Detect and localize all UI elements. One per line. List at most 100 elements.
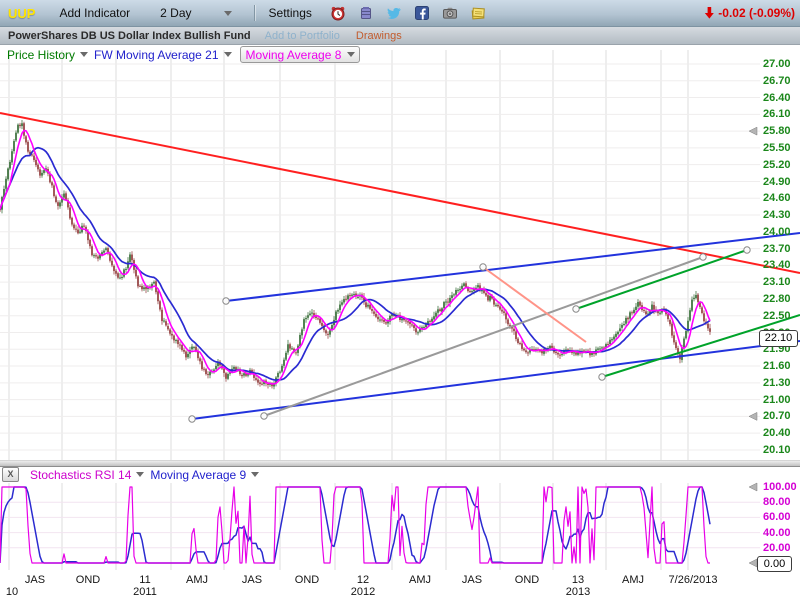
chevron-down-icon[interactable] xyxy=(136,472,144,477)
chart-canvas xyxy=(0,0,800,601)
chevron-down-icon[interactable] xyxy=(251,472,259,477)
candle-body xyxy=(417,332,419,333)
panel-divider[interactable] xyxy=(0,460,800,467)
candle-body xyxy=(423,327,425,328)
candle-body xyxy=(9,162,11,168)
axis-marker-arrow xyxy=(749,483,757,491)
candle-body xyxy=(343,299,345,302)
portfolio-icon[interactable] xyxy=(358,5,374,21)
candle-body xyxy=(287,344,289,352)
candle-body xyxy=(303,319,305,329)
candle-body xyxy=(11,151,13,162)
candle-body xyxy=(117,273,119,278)
candle-body xyxy=(17,125,19,133)
chevron-down-icon[interactable] xyxy=(224,52,232,57)
candle-body xyxy=(339,305,341,310)
candle-body xyxy=(431,319,433,322)
settings-button[interactable]: Settings xyxy=(269,6,312,20)
current-price-box: 22.10 xyxy=(759,330,798,347)
candle-body xyxy=(503,311,505,313)
candle-body xyxy=(447,302,449,303)
trendline-blue-channel-top[interactable] xyxy=(226,233,800,301)
candle-body xyxy=(277,373,279,377)
drawings-link[interactable]: Drawings xyxy=(356,30,402,42)
close-indicator-button[interactable]: X xyxy=(2,467,19,482)
facebook-icon[interactable] xyxy=(414,5,430,21)
trendline-gray-handle[interactable] xyxy=(700,254,706,260)
notes-icon[interactable] xyxy=(470,5,486,21)
candle-body xyxy=(635,307,637,310)
camera-icon[interactable] xyxy=(442,5,458,21)
candle-body xyxy=(609,340,611,344)
candle-body xyxy=(177,340,179,344)
trendline-blue-channel-bottom-handle[interactable] xyxy=(189,416,195,422)
candle-body xyxy=(425,325,427,327)
candle-body xyxy=(23,123,25,136)
price-history-dropdown[interactable]: Price History xyxy=(7,48,75,62)
candle-body xyxy=(305,318,307,319)
candle-body xyxy=(335,312,337,320)
candle-body xyxy=(341,302,343,304)
period-dropdown[interactable]: 2 Day xyxy=(160,6,237,20)
candle-body xyxy=(611,339,613,340)
candle-body xyxy=(617,332,619,334)
candle-body xyxy=(461,286,463,289)
candle-body xyxy=(439,309,441,311)
alarm-icon[interactable] xyxy=(330,5,346,21)
candle-body xyxy=(185,351,187,357)
ma21-dropdown[interactable]: FW Moving Average 21 xyxy=(94,48,219,62)
candle-body xyxy=(643,310,645,311)
trading-app-window: { "toolbar": { "symbol": "UUP", "add_ind… xyxy=(0,0,800,601)
axis-marker-arrow xyxy=(749,559,757,567)
candle-body xyxy=(407,321,409,322)
trendline-gray-handle[interactable] xyxy=(261,413,267,419)
candle-body xyxy=(19,125,21,126)
candle-body xyxy=(505,313,507,319)
candle-body xyxy=(429,321,431,322)
chevron-down-icon[interactable] xyxy=(80,52,88,57)
stoch-rsi-line xyxy=(0,487,710,563)
candle-body xyxy=(57,202,59,206)
candle-body xyxy=(621,325,623,328)
candle-body xyxy=(689,310,691,320)
candle-body xyxy=(695,295,697,298)
toolbar: UUP Add Indicator 2 Day Settings xyxy=(0,0,800,27)
stochastics-dropdown[interactable]: Stochastics RSI 14 xyxy=(30,468,131,482)
candle-body xyxy=(123,269,125,276)
candle-body xyxy=(73,225,75,229)
ma8-dropdown[interactable]: Moving Average 8 xyxy=(240,46,361,63)
trendline-green-upper-handle[interactable] xyxy=(573,306,579,312)
twitter-icon[interactable] xyxy=(386,5,402,21)
add-to-portfolio-link[interactable]: Add to Portfolio xyxy=(265,30,340,42)
candle-body xyxy=(471,291,473,292)
candle-body xyxy=(233,367,235,369)
candle-body xyxy=(691,300,693,311)
trendline-green-upper-handle[interactable] xyxy=(744,247,750,253)
trendline-blue-channel-bottom[interactable] xyxy=(192,341,800,419)
candle-body xyxy=(95,255,97,256)
ma9-dropdown[interactable]: Moving Average 9 xyxy=(150,468,246,482)
candle-body xyxy=(175,340,177,341)
candle-body xyxy=(653,305,655,310)
candle-body xyxy=(41,173,43,176)
candle-body xyxy=(353,294,355,295)
candle-body xyxy=(583,350,585,351)
candle-body xyxy=(111,261,113,266)
trendline-salmon-handle[interactable] xyxy=(480,264,486,270)
candle-body xyxy=(351,295,353,296)
candle-body xyxy=(129,254,131,261)
candle-body xyxy=(159,301,161,309)
candle-body xyxy=(63,194,65,198)
trendline-green-lower-handle[interactable] xyxy=(599,374,605,380)
candle-body xyxy=(89,240,91,246)
candle-body xyxy=(371,309,373,311)
candle-body xyxy=(59,202,61,206)
candle-body xyxy=(127,261,129,268)
candle-body xyxy=(235,367,237,369)
trendline-blue-channel-top-handle[interactable] xyxy=(223,298,229,304)
add-indicator-button[interactable]: Add Indicator xyxy=(59,6,130,20)
candle-body xyxy=(623,324,625,325)
candle-body xyxy=(143,287,145,289)
candle-body xyxy=(627,318,629,320)
candle-body xyxy=(375,314,377,317)
